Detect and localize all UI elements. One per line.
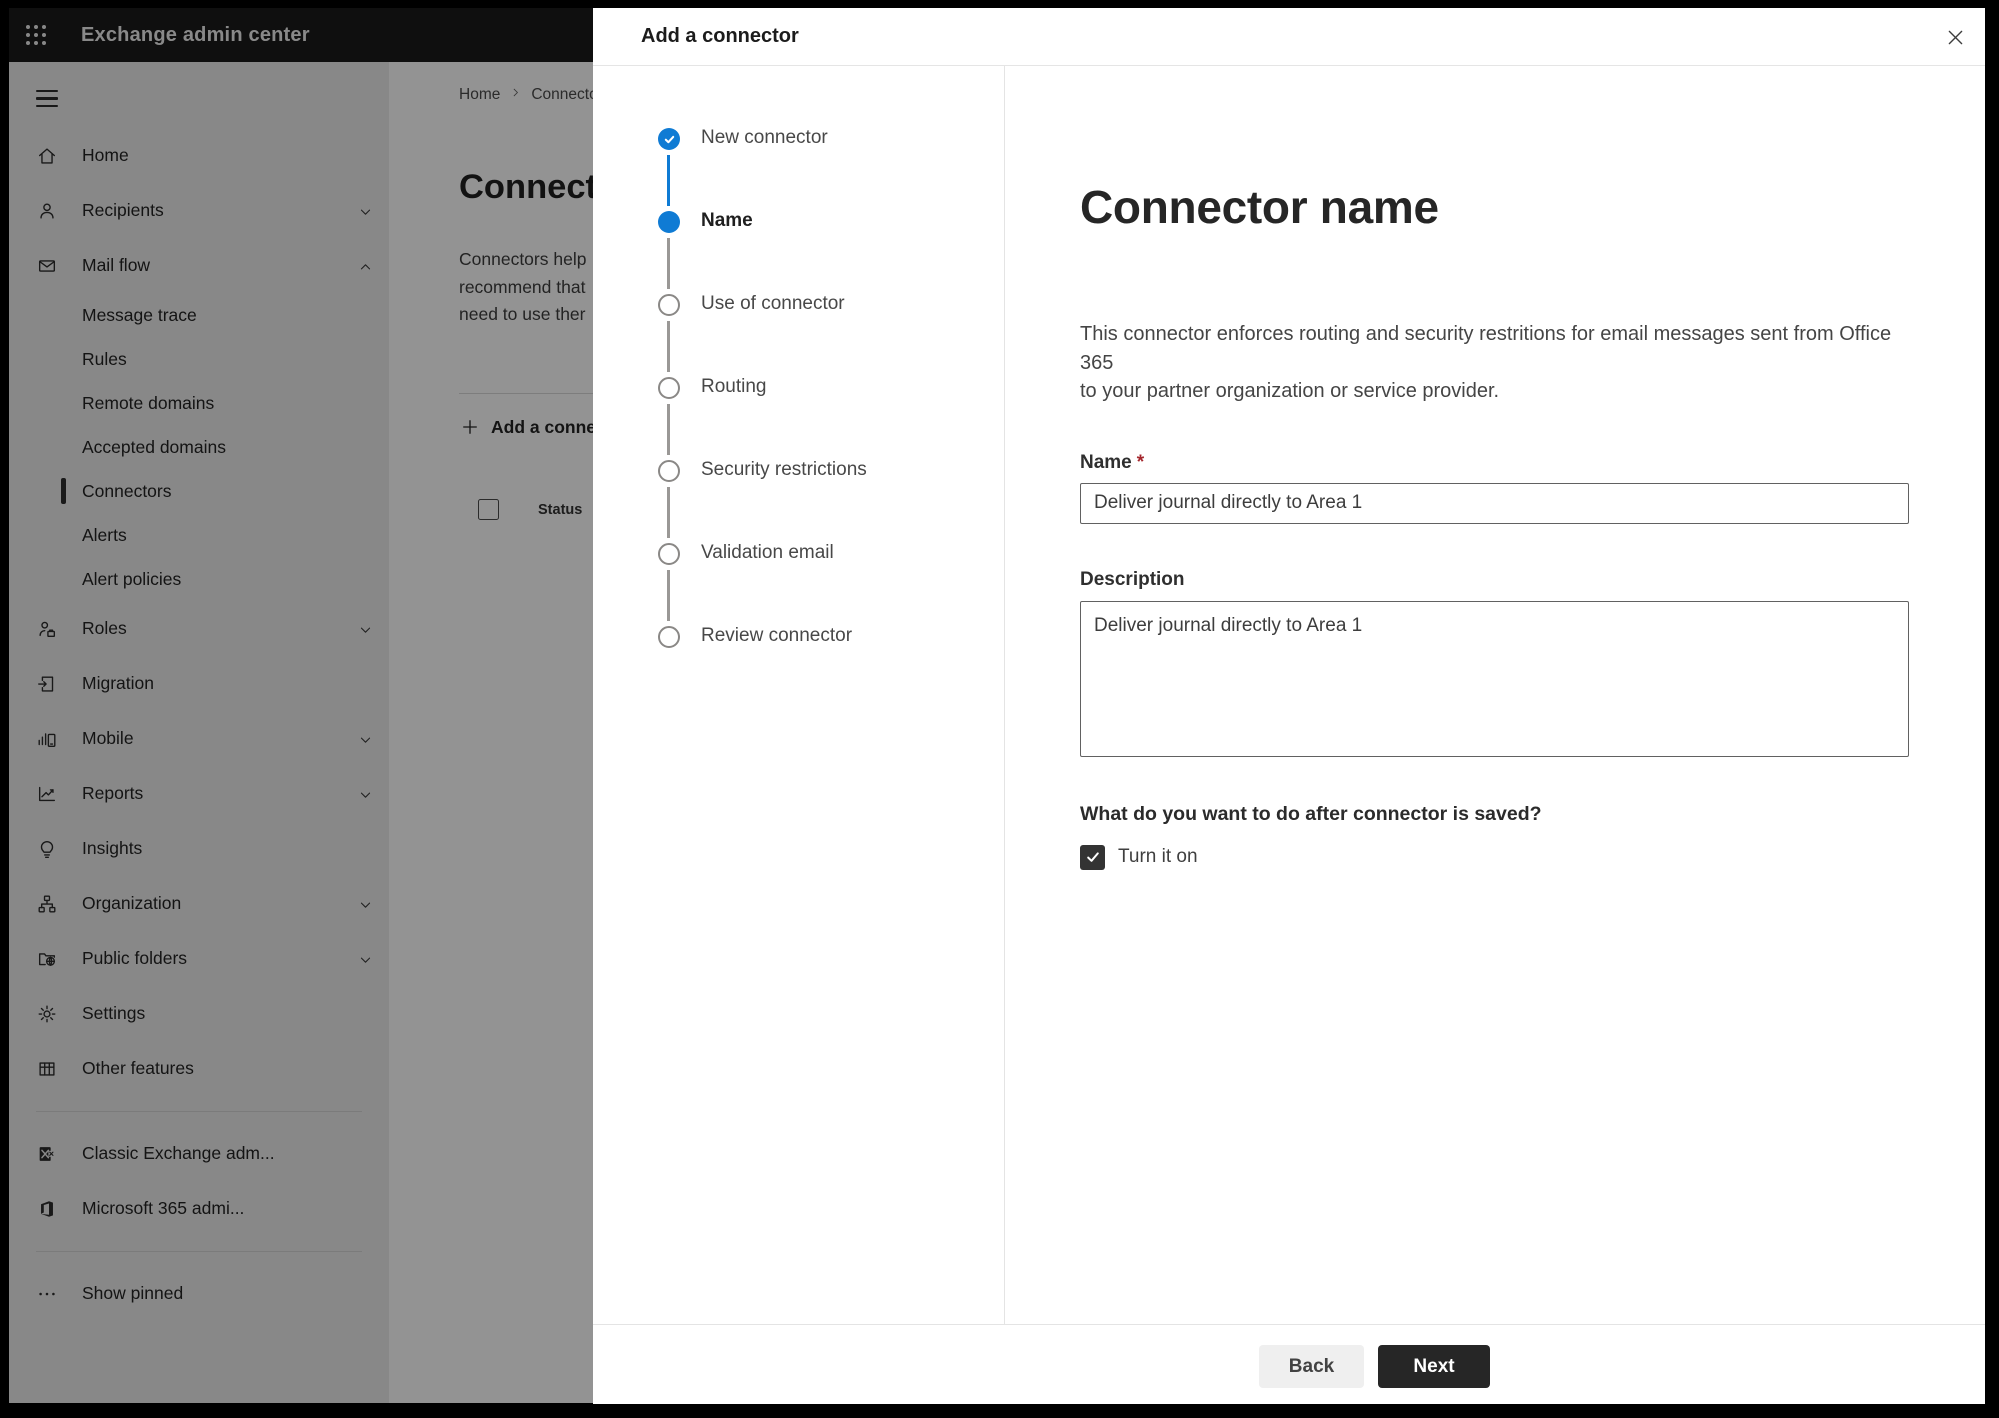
next-button[interactable]: Next xyxy=(1378,1345,1490,1388)
modal-footer: Back Next xyxy=(593,1324,1985,1404)
required-asterisk: * xyxy=(1136,451,1145,473)
step-name[interactable]: Name xyxy=(701,210,753,232)
step-security-restrictions[interactable]: Security restrictions xyxy=(701,459,867,481)
step-routing[interactable]: Routing xyxy=(701,376,767,398)
name-field-label: Name * xyxy=(1080,451,1145,473)
description-textarea[interactable]: Deliver journal directly to Area 1 xyxy=(1080,600,1909,757)
step-connector-line xyxy=(667,155,671,206)
name-input[interactable] xyxy=(1080,482,1909,524)
step-connector-line xyxy=(667,487,671,538)
connector-description-text: This connector enforces routing and secu… xyxy=(1080,323,1892,402)
step-connector-line xyxy=(667,321,671,372)
step-use-of-connector[interactable]: Use of connector xyxy=(701,293,845,315)
step-dot-review-connector xyxy=(658,626,680,648)
modal-header: Add a connector xyxy=(593,8,1985,66)
step-review-connector[interactable]: Review connector xyxy=(701,625,852,647)
step-dot-routing xyxy=(658,377,680,399)
close-icon[interactable] xyxy=(1939,21,1971,53)
step-dot-security-restrictions xyxy=(658,460,680,482)
after-save-question: What do you want to do after connector i… xyxy=(1080,802,1542,825)
step-dot-new-connector xyxy=(658,128,680,150)
step-dot-name xyxy=(658,211,680,233)
step-validation-email[interactable]: Validation email xyxy=(701,542,834,564)
turn-it-on-checkbox[interactable] xyxy=(1080,844,1105,870)
turn-it-on-checkbox-row[interactable]: Turn it on xyxy=(1080,844,1909,870)
wizard-stepper: New connector Name Use of connector Rout… xyxy=(593,66,1005,1324)
page-heading: Connector name xyxy=(1080,181,1439,233)
step-connector-line xyxy=(667,238,671,289)
step-new-connector[interactable]: New connector xyxy=(701,127,828,149)
step-dot-validation-email xyxy=(658,543,680,565)
add-connector-modal: Add a connector New connector Name Use o… xyxy=(593,8,1985,1404)
modal-title: Add a connector xyxy=(641,25,799,47)
back-button[interactable]: Back xyxy=(1259,1345,1364,1388)
step-connector-line xyxy=(667,570,671,621)
turn-it-on-label: Turn it on xyxy=(1118,846,1198,867)
description-field-label: Description xyxy=(1080,568,1185,590)
wizard-content: Connector name This connector enforces r… xyxy=(1005,66,1985,1324)
step-dot-use-of-connector xyxy=(658,294,680,316)
step-connector-line xyxy=(667,404,671,455)
